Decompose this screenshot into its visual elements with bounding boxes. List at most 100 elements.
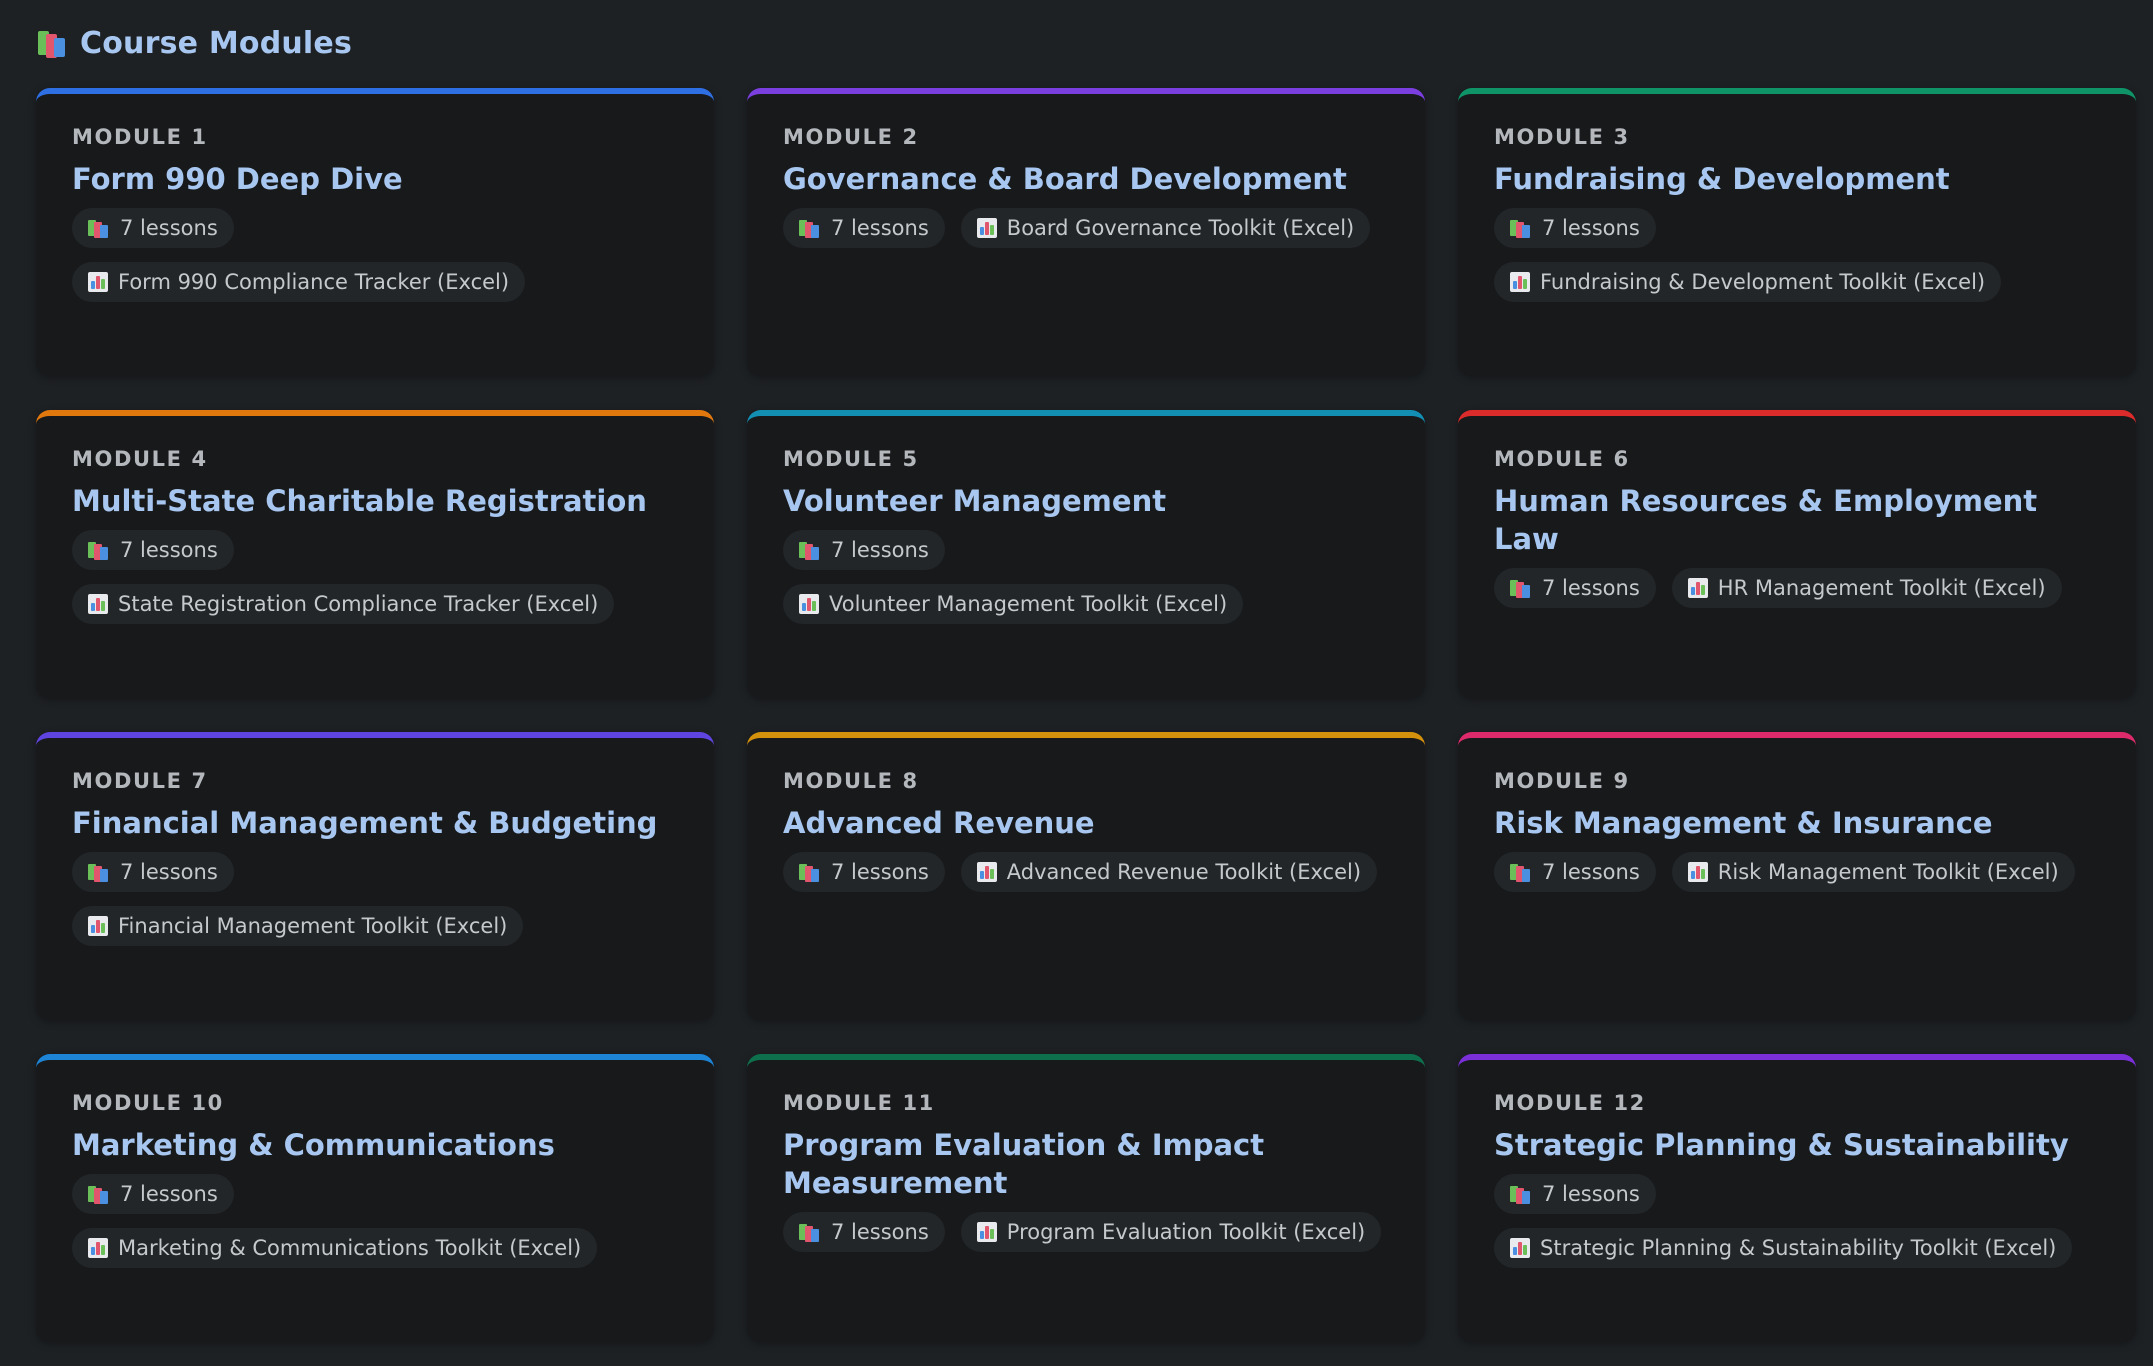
- module-number: MODULE 10: [72, 1091, 224, 1115]
- toolkit-label: Financial Management Toolkit (Excel): [118, 914, 508, 938]
- bar-chart-icon: [88, 1238, 108, 1258]
- module-title[interactable]: Fundraising & Development: [1494, 160, 2100, 198]
- toolkit-chip[interactable]: Program Evaluation Toolkit (Excel): [960, 1212, 1382, 1252]
- bar-chart-icon: [976, 1222, 997, 1242]
- toolkit-label: State Registration Compliance Tracker (E…: [118, 592, 599, 616]
- module-card[interactable]: MODULE 7 Financial Management & Budgetin…: [36, 732, 714, 1020]
- module-title[interactable]: Multi-State Charitable Registration: [72, 482, 678, 520]
- bar-chart-icon: [88, 272, 108, 292]
- module-chips: 7 lessons Program Evaluation Toolkit (Ex…: [783, 1212, 1389, 1252]
- toolkit-chip[interactable]: Volunteer Management Toolkit (Excel): [783, 584, 1244, 624]
- books-icon: [799, 539, 821, 561]
- module-card[interactable]: MODULE 2 Governance & Board Development …: [747, 88, 1425, 376]
- books-icon: [88, 1183, 110, 1205]
- course-modules-page: Course Modules MODULE 1 Form 990 Deep Di…: [0, 0, 2153, 1366]
- module-chips: 7 lessons Board Governance Toolkit (Exce…: [783, 208, 1389, 248]
- lessons-count: 7 lessons: [831, 538, 929, 562]
- toolkit-chip[interactable]: Marketing & Communications Toolkit (Exce…: [72, 1228, 598, 1268]
- toolkit-chip[interactable]: Advanced Revenue Toolkit (Excel): [960, 852, 1378, 892]
- module-number: MODULE 8: [783, 769, 919, 793]
- lessons-count: 7 lessons: [120, 216, 218, 240]
- lessons-chip: 7 lessons: [1494, 208, 1656, 248]
- books-icon: [799, 217, 821, 239]
- module-card[interactable]: MODULE 10 Marketing & Communications 7 l…: [36, 1054, 714, 1342]
- section-title: Course Modules: [80, 25, 353, 61]
- module-title[interactable]: Volunteer Management: [783, 482, 1389, 520]
- module-chips: 7 lessons Financial Management Toolkit (…: [72, 852, 678, 946]
- toolkit-label: HR Management Toolkit (Excel): [1717, 576, 2046, 600]
- module-number: MODULE 5: [783, 447, 919, 471]
- module-chips: 7 lessons Marketing & Communications Too…: [72, 1174, 678, 1268]
- lessons-chip: 7 lessons: [783, 1212, 945, 1252]
- lessons-chip: 7 lessons: [1494, 1174, 1656, 1214]
- bar-chart-icon: [1687, 578, 1708, 598]
- module-number: MODULE 1: [72, 125, 208, 149]
- module-number: MODULE 2: [783, 125, 919, 149]
- bar-chart-icon: [1510, 1238, 1530, 1258]
- bar-chart-icon: [1687, 862, 1708, 882]
- books-icon: [88, 539, 110, 561]
- lessons-chip: 7 lessons: [72, 1174, 234, 1214]
- toolkit-chip[interactable]: Board Governance Toolkit (Excel): [960, 208, 1371, 248]
- module-title[interactable]: Governance & Board Development: [783, 160, 1389, 198]
- module-card[interactable]: MODULE 12 Strategic Planning & Sustainab…: [1458, 1054, 2136, 1342]
- module-chips: 7 lessons Advanced Revenue Toolkit (Exce…: [783, 852, 1389, 892]
- toolkit-label: Fundraising & Development Toolkit (Excel…: [1540, 270, 1986, 294]
- toolkit-chip[interactable]: Strategic Planning & Sustainability Tool…: [1494, 1228, 2073, 1268]
- module-card[interactable]: MODULE 3 Fundraising & Development 7 les…: [1458, 88, 2136, 376]
- books-icon: [1510, 1183, 1532, 1205]
- bar-chart-icon: [1510, 272, 1530, 292]
- toolkit-chip[interactable]: State Registration Compliance Tracker (E…: [72, 584, 615, 624]
- module-card[interactable]: MODULE 4 Multi-State Charitable Registra…: [36, 410, 714, 698]
- module-chips: 7 lessons HR Management Toolkit (Excel): [1494, 568, 2100, 608]
- module-title[interactable]: Advanced Revenue: [783, 804, 1389, 842]
- module-title[interactable]: Program Evaluation & Impact Measurement: [783, 1126, 1389, 1202]
- lessons-count: 7 lessons: [1542, 216, 1640, 240]
- toolkit-label: Advanced Revenue Toolkit (Excel): [1006, 860, 1362, 884]
- books-icon: [799, 861, 821, 883]
- bar-chart-icon: [88, 916, 108, 936]
- lessons-chip: 7 lessons: [72, 852, 234, 892]
- lessons-chip: 7 lessons: [1494, 568, 1656, 608]
- module-chips: 7 lessons Risk Management Toolkit (Excel…: [1494, 852, 2100, 892]
- toolkit-label: Form 990 Compliance Tracker (Excel): [118, 270, 510, 294]
- module-chips: 7 lessons State Registration Compliance …: [72, 530, 678, 624]
- module-title[interactable]: Strategic Planning & Sustainability: [1494, 1126, 2100, 1164]
- module-number: MODULE 9: [1494, 769, 1630, 793]
- toolkit-chip[interactable]: Form 990 Compliance Tracker (Excel): [72, 262, 526, 302]
- books-icon: [38, 29, 68, 58]
- toolkit-label: Marketing & Communications Toolkit (Exce…: [118, 1236, 582, 1260]
- lessons-chip: 7 lessons: [72, 530, 234, 570]
- module-title[interactable]: Risk Management & Insurance: [1494, 804, 2100, 842]
- books-icon: [1510, 217, 1532, 239]
- toolkit-chip[interactable]: Financial Management Toolkit (Excel): [72, 906, 524, 946]
- bar-chart-icon: [976, 218, 997, 238]
- toolkit-label: Program Evaluation Toolkit (Excel): [1006, 1220, 1366, 1244]
- module-card[interactable]: MODULE 9 Risk Management & Insurance 7 l…: [1458, 732, 2136, 1020]
- toolkit-chip[interactable]: HR Management Toolkit (Excel): [1671, 568, 2062, 608]
- module-chips: 7 lessons Volunteer Management Toolkit (…: [783, 530, 1389, 624]
- lessons-count: 7 lessons: [1542, 1182, 1640, 1206]
- module-title[interactable]: Marketing & Communications: [72, 1126, 678, 1164]
- lessons-count: 7 lessons: [831, 216, 929, 240]
- bar-chart-icon: [88, 594, 108, 614]
- module-title[interactable]: Form 990 Deep Dive: [72, 160, 678, 198]
- module-title[interactable]: Financial Management & Budgeting: [72, 804, 678, 842]
- module-card[interactable]: MODULE 11 Program Evaluation & Impact Me…: [747, 1054, 1425, 1342]
- books-icon: [88, 217, 110, 239]
- module-number: MODULE 11: [783, 1091, 935, 1115]
- module-card[interactable]: MODULE 1 Form 990 Deep Dive 7 lessons Fo…: [36, 88, 714, 376]
- lessons-chip: 7 lessons: [72, 208, 234, 248]
- toolkit-label: Risk Management Toolkit (Excel): [1717, 860, 2059, 884]
- toolkit-chip[interactable]: Risk Management Toolkit (Excel): [1671, 852, 2075, 892]
- lessons-chip: 7 lessons: [783, 852, 945, 892]
- lessons-count: 7 lessons: [831, 1220, 929, 1244]
- module-card[interactable]: MODULE 6 Human Resources & Employment La…: [1458, 410, 2136, 698]
- toolkit-label: Board Governance Toolkit (Excel): [1006, 216, 1355, 240]
- module-card[interactable]: MODULE 5 Volunteer Management 7 lessons …: [747, 410, 1425, 698]
- lessons-count: 7 lessons: [120, 860, 218, 884]
- toolkit-chip[interactable]: Fundraising & Development Toolkit (Excel…: [1494, 262, 2002, 302]
- module-card[interactable]: MODULE 8 Advanced Revenue 7 lessons Adva…: [747, 732, 1425, 1020]
- module-title[interactable]: Human Resources & Employment Law: [1494, 482, 2100, 558]
- lessons-chip: 7 lessons: [1494, 852, 1656, 892]
